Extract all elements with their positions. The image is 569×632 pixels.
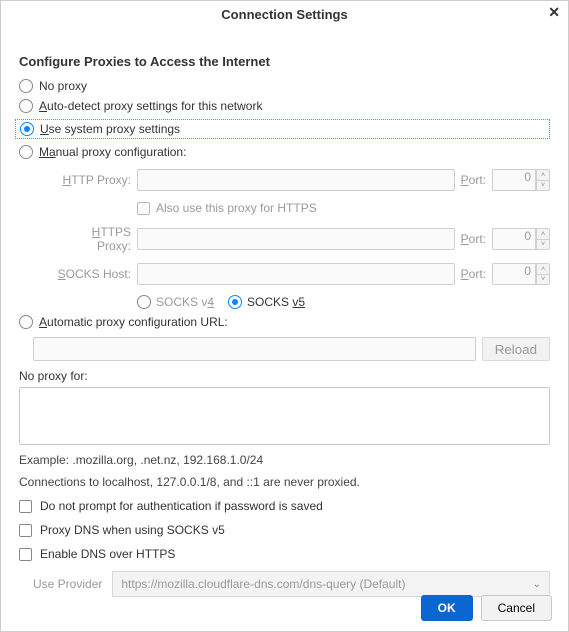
radio-label: No proxy <box>39 79 87 93</box>
check-label: Do not prompt for authentication if pass… <box>40 499 323 513</box>
https-proxy-label: HTTPS Proxy: <box>55 225 131 253</box>
https-port-box: 0 ˄˅ <box>492 228 550 250</box>
https-port-label: Port: <box>461 232 486 246</box>
socks4-label: SOCKS v4 <box>156 295 214 309</box>
radio-icon <box>19 99 33 113</box>
check-no-auth-prompt[interactable]: Do not prompt for authentication if pass… <box>19 499 550 513</box>
example-text: Example: .mozilla.org, .net.nz, 192.168.… <box>19 453 550 467</box>
radio-pac-url[interactable]: Automatic proxy configuration URL: <box>19 315 550 329</box>
dialog-footer: OK Cancel <box>421 595 552 621</box>
https-proxy-input[interactable] <box>137 228 455 250</box>
doh-provider-row: Use Provider https://mozilla.cloudflare-… <box>33 571 550 597</box>
http-port-spinner[interactable]: ˄˅ <box>536 169 550 191</box>
socks5-label: SOCKS v5 <box>247 295 305 309</box>
radio-label: Auto-detect proxy settings for this netw… <box>39 99 262 113</box>
manual-proxy-group: HTTP Proxy: Port: 0 ˄˅ Also use this pro… <box>55 169 550 309</box>
check-label: Proxy DNS when using SOCKS v5 <box>40 523 225 537</box>
http-port-box: 0 ˄˅ <box>492 169 550 191</box>
radio-icon <box>20 122 34 136</box>
checkbox-icon <box>19 548 32 561</box>
socks-port-box: 0 ˄˅ <box>492 263 550 285</box>
provider-value: https://mozilla.cloudflare-dns.com/dns-q… <box>121 577 405 591</box>
socks-port-spinner[interactable]: ˄˅ <box>536 263 550 285</box>
radio-label: Use system proxy settings <box>40 122 180 136</box>
radio-label: Manual proxy configuration: <box>39 145 186 159</box>
pac-url-row: Reload <box>33 337 550 361</box>
dialog-title: Connection Settings <box>221 7 347 22</box>
socks-host-label: SOCKS Host: <box>55 267 131 281</box>
never-proxied-text: Connections to localhost, 127.0.0.1/8, a… <box>19 475 550 489</box>
chevron-down-icon: ⌄ <box>533 579 541 590</box>
also-https-label: Also use this proxy for HTTPS <box>156 201 317 215</box>
check-label: Enable DNS over HTTPS <box>40 547 175 561</box>
http-proxy-label: HTTP Proxy: <box>55 173 131 187</box>
http-port-label: Port: <box>461 173 486 187</box>
radio-icon <box>19 315 33 329</box>
radio-no-proxy[interactable]: No proxy <box>19 79 550 93</box>
provider-select[interactable]: https://mozilla.cloudflare-dns.com/dns-q… <box>112 571 550 597</box>
provider-label: Use Provider <box>33 577 102 591</box>
check-proxy-dns[interactable]: Proxy DNS when using SOCKS v5 <box>19 523 550 537</box>
section-heading: Configure Proxies to Access the Internet <box>19 54 550 69</box>
https-proxy-row: HTTPS Proxy: Port: 0 ˄˅ <box>55 225 550 253</box>
socks-host-input[interactable] <box>137 263 455 285</box>
ok-button[interactable]: OK <box>421 595 473 621</box>
checkbox-icon <box>19 524 32 537</box>
close-icon[interactable]: ✕ <box>548 5 560 19</box>
title-bar: Connection Settings ✕ <box>1 1 568 28</box>
radio-use-system[interactable]: Use system proxy settings <box>15 119 550 139</box>
reload-button[interactable]: Reload <box>482 337 550 361</box>
radio-socks4[interactable]: SOCKS v4 <box>137 295 214 309</box>
radio-label: Automatic proxy configuration URL: <box>39 315 228 329</box>
checkbox-icon <box>19 500 32 513</box>
http-proxy-input[interactable] <box>137 169 455 191</box>
check-enable-doh[interactable]: Enable DNS over HTTPS <box>19 547 550 561</box>
dialog-content: Configure Proxies to Access the Internet… <box>1 28 568 597</box>
cancel-button[interactable]: Cancel <box>481 595 552 621</box>
http-proxy-row: HTTP Proxy: Port: 0 ˄˅ <box>55 169 550 191</box>
pac-url-input[interactable] <box>33 337 476 361</box>
https-port-spinner[interactable]: ˄˅ <box>536 228 550 250</box>
socks-host-row: SOCKS Host: Port: 0 ˄˅ <box>55 263 550 285</box>
http-port-input[interactable]: 0 <box>492 169 536 191</box>
radio-icon <box>19 145 33 159</box>
radio-icon <box>137 295 151 309</box>
radio-auto-detect[interactable]: Auto-detect proxy settings for this netw… <box>19 99 550 113</box>
no-proxy-for-label: No proxy for: <box>19 369 550 383</box>
socks-port-label: Port: <box>461 267 486 281</box>
socks-port-input[interactable]: 0 <box>492 263 536 285</box>
checkbox-icon <box>137 202 150 215</box>
also-https-row[interactable]: Also use this proxy for HTTPS <box>137 201 550 215</box>
radio-icon <box>228 295 242 309</box>
https-port-input[interactable]: 0 <box>492 228 536 250</box>
no-proxy-for-textarea[interactable] <box>19 387 550 445</box>
radio-icon <box>19 79 33 93</box>
radio-socks5[interactable]: SOCKS v5 <box>228 295 305 309</box>
radio-manual[interactable]: Manual proxy configuration: <box>19 145 550 159</box>
socks-version-row: SOCKS v4 SOCKS v5 <box>137 295 550 309</box>
